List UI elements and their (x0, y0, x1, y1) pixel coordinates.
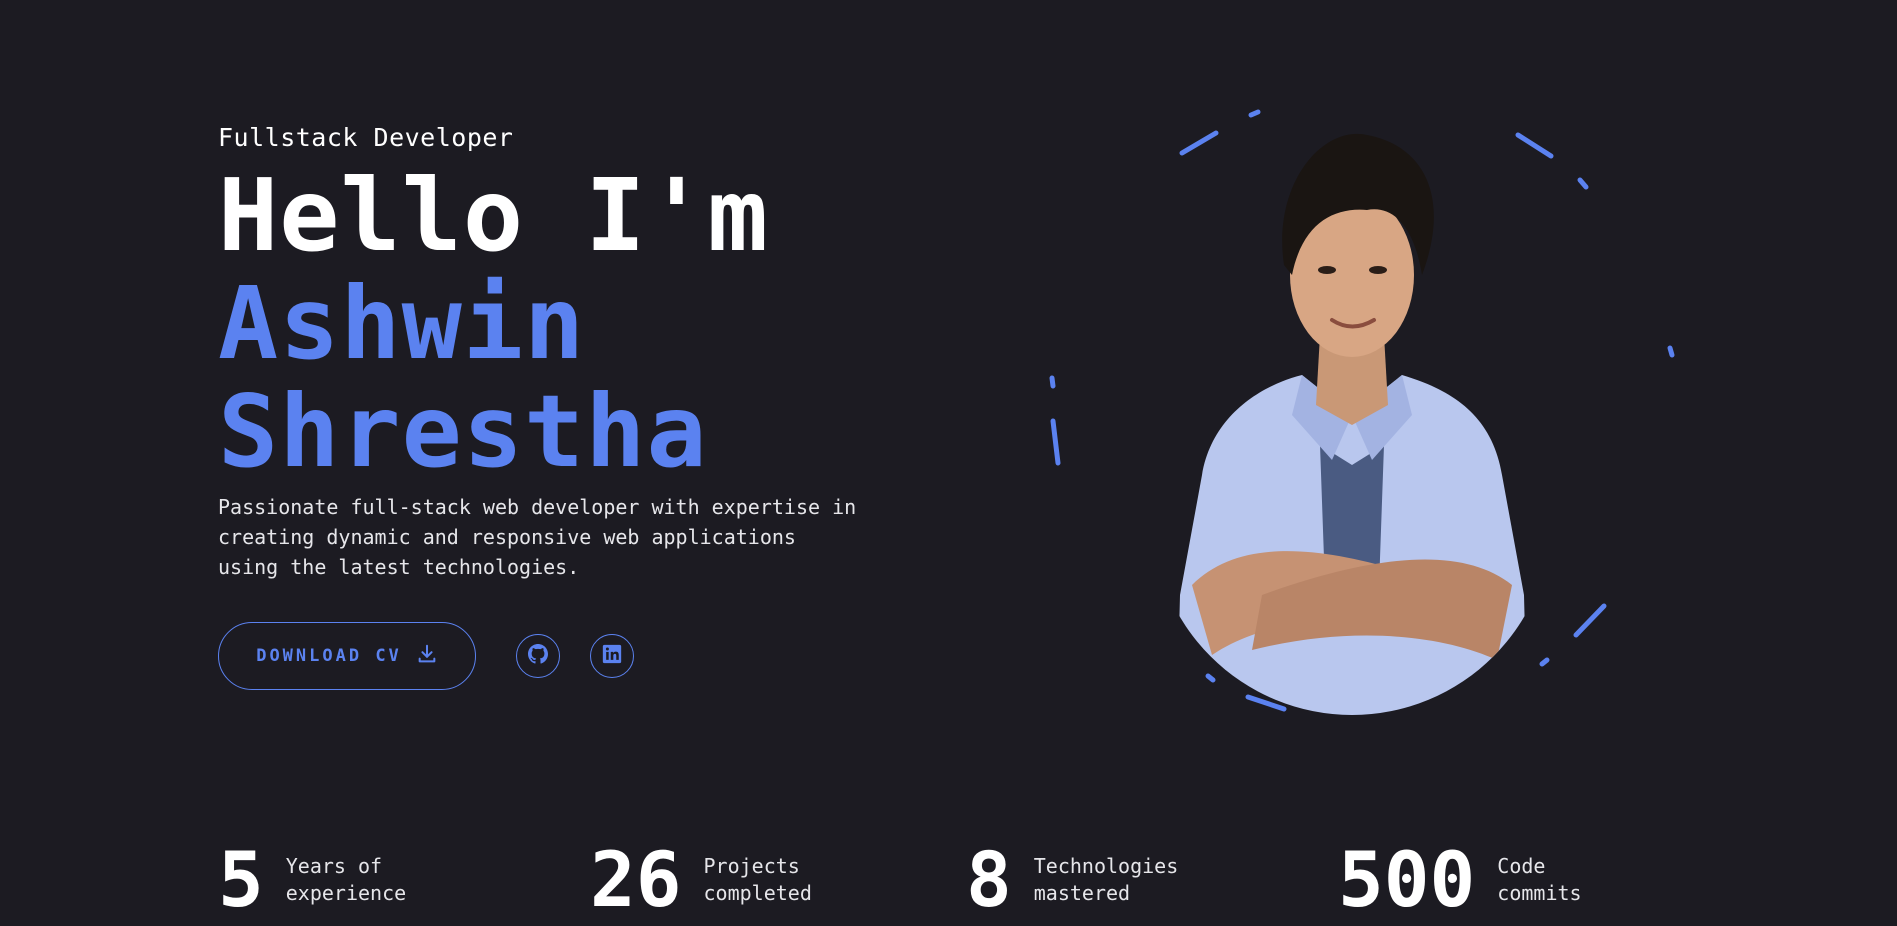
first-name: Ashwin (218, 265, 586, 382)
hero-page: Fullstack Developer Hello I'm Ashwin Shr… (0, 0, 1897, 926)
ring-dash (1573, 603, 1607, 638)
stat-label: Code commits (1497, 854, 1582, 905)
role-title: Fullstack Developer (218, 123, 514, 152)
ring-dash (1539, 657, 1550, 667)
ring-dash (1205, 673, 1216, 683)
ring-dash (1667, 345, 1675, 358)
download-cv-label: DOWNLOAD CV (256, 646, 402, 666)
stat-item: 8 Technologies mastered (966, 840, 1184, 920)
github-icon (528, 644, 548, 668)
download-icon (416, 643, 438, 670)
stat-value: 5 (218, 835, 264, 924)
stats-bar: 5 Years of experience 26 Projects comple… (218, 840, 1718, 926)
headline: Hello I'm Ashwin Shrestha (218, 162, 898, 486)
linkedin-link[interactable] (590, 634, 634, 678)
stat-item: 5 Years of experience (218, 840, 406, 920)
photo-eye (1369, 266, 1387, 274)
stat-value: 8 (966, 835, 1012, 924)
greeting: Hello I'm (218, 157, 769, 274)
ring-dash (1049, 375, 1056, 389)
last-name: Shrestha (218, 373, 708, 490)
github-link[interactable] (516, 634, 560, 678)
ring-dash (1577, 177, 1589, 190)
ring-dash (1050, 418, 1061, 466)
hero-actions: DOWNLOAD CV (218, 622, 634, 690)
download-cv-button[interactable]: DOWNLOAD CV (218, 622, 476, 690)
stat-item: 26 Projects completed (590, 840, 824, 920)
hero-text: Fullstack Developer Hello I'm Ashwin Shr… (218, 120, 898, 582)
stat-label: Technologies mastered (1033, 854, 1179, 905)
photo-eye (1318, 266, 1336, 274)
stat-value: 26 (590, 835, 682, 924)
intro-text: Passionate full-stack web developer with… (218, 495, 857, 579)
stat-item: 500 Code commits (1338, 840, 1587, 920)
stat-value: 500 (1338, 835, 1476, 924)
profile-photo (1152, 115, 1552, 715)
linkedin-icon (602, 644, 622, 668)
stat-label: Projects completed (703, 854, 812, 905)
stat-label: Years of experience (285, 854, 407, 905)
